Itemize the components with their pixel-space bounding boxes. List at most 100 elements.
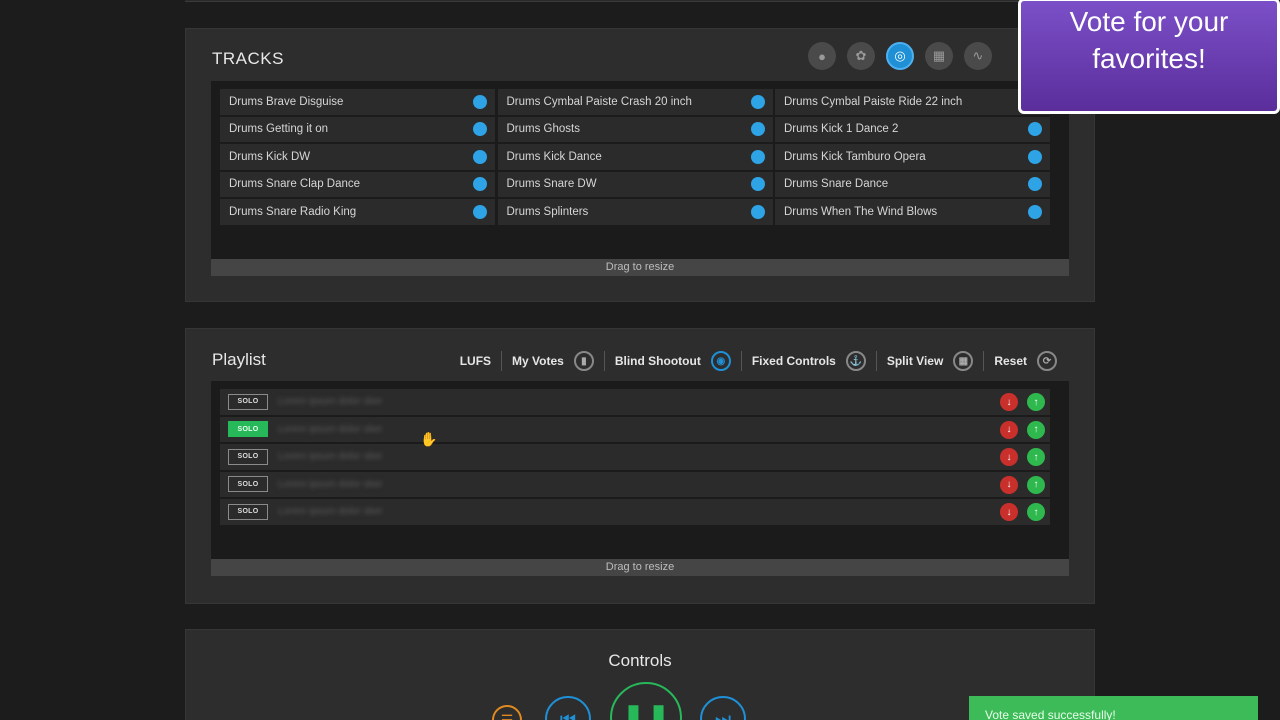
blurred-track-name: Lorem ipsum dolor sker (278, 478, 383, 490)
vote-saved-toast: Vote saved successfully! (969, 696, 1258, 720)
my-votes-label: My Votes (512, 354, 564, 368)
track-toggle-dot[interactable] (1028, 204, 1042, 219)
blind-shootout-button[interactable]: Blind Shootout ◉ (603, 351, 741, 371)
playlist-area: SOLO Lorem ipsum dolor sker ↓ ↑ SOLO Lorem ip… (211, 381, 1069, 559)
solo-button[interactable]: SOLO (228, 476, 268, 493)
previous-track-icon[interactable]: ⏮ (545, 696, 591, 720)
bug-icon[interactable]: ✿ (847, 42, 875, 70)
blurred-track-name: Lorem ipsum dolor sker (278, 423, 383, 435)
reset-icon: ⟳ (1037, 351, 1057, 371)
tracks-title: TRACKS (212, 49, 284, 68)
track-name: Drums Kick DW (229, 150, 311, 163)
vote-buttons: ↓ ↑ (1000, 393, 1045, 411)
solo-button[interactable]: SOLO (228, 503, 268, 520)
track-toggle-dot[interactable] (750, 94, 765, 109)
track-item[interactable]: Drums Ghosts (497, 116, 773, 142)
track-list-area: Drums Brave Disguise Drums Cymbal Paiste … (211, 81, 1069, 259)
track-item[interactable]: Drums Cymbal Paiste Ride 22 inch (775, 89, 1050, 115)
track-toggle-dot[interactable] (750, 149, 765, 164)
blurred-track-name: Lorem ipsum dolor sker (278, 396, 383, 408)
vote-buttons: ↓ ↑ (1000, 503, 1045, 521)
playlist-row[interactable]: SOLO Lorem ipsum dolor sker ↓ ↑ (220, 499, 1050, 525)
track-item[interactable]: Drums When The Wind Blows (775, 199, 1050, 225)
track-toggle-dot[interactable] (473, 177, 487, 192)
track-name: Drums When The Wind Blows (784, 205, 938, 218)
microphone-icon[interactable]: ● (808, 42, 836, 70)
track-toggle-dot[interactable] (750, 204, 765, 219)
blind-shootout-label: Blind Shootout (614, 354, 701, 368)
track-item[interactable]: Drums Snare DW (497, 171, 773, 197)
track-name: Drums Kick Tamburo Opera (784, 150, 926, 163)
track-item[interactable]: Drums Kick DW (220, 144, 495, 170)
track-name: Drums Snare Radio King (229, 205, 357, 218)
playlist-resize-handle[interactable]: Drag to resize (211, 559, 1069, 576)
thumbs-up-icon[interactable]: ↑ (1027, 393, 1045, 411)
track-name: Drums Snare Dance (784, 178, 889, 191)
track-name: Drums Kick 1 Dance 2 (784, 123, 899, 136)
solo-button[interactable]: SOLO (228, 421, 268, 438)
blurred-track-name: Lorem ipsum dolor sker (278, 506, 383, 518)
lufs-label: LUFS (459, 354, 492, 368)
track-toggle-dot[interactable] (1028, 122, 1042, 137)
playlist-row[interactable]: SOLO Lorem ipsum dolor sker ↓ ↑ (220, 471, 1050, 497)
thumbs-up-icon[interactable]: ↑ (1027, 448, 1045, 466)
solo-button[interactable]: SOLO (228, 393, 268, 410)
track-toggle-dot[interactable] (473, 149, 487, 164)
next-track-icon[interactable]: ⏭ (700, 696, 746, 720)
split-view-button[interactable]: Split View ▦ (875, 351, 983, 371)
controls-panel: Controls ☰ ⏮ ❚❚ ⏭ (185, 629, 1095, 720)
playlist-title: Playlist (212, 350, 266, 369)
track-name: Drums Cymbal Paiste Ride 22 inch (784, 95, 963, 108)
piano-icon[interactable]: ▦ (925, 42, 953, 70)
track-toggle-dot[interactable] (1028, 177, 1042, 192)
track-name: Drums Snare Clap Dance (229, 178, 361, 191)
track-item[interactable]: Drums Splinters (497, 199, 773, 225)
thumbs-up-icon[interactable]: ↑ (1027, 475, 1045, 494)
track-toggle-dot[interactable] (1028, 149, 1042, 164)
track-toggle-dot[interactable] (750, 122, 765, 137)
my-votes-button[interactable]: My Votes ▮ (501, 351, 604, 371)
thumbs-down-icon[interactable]: ↓ (1000, 393, 1018, 411)
track-item[interactable]: Drums Getting it on (220, 116, 495, 142)
playlist-row[interactable]: SOLO Lorem ipsum dolor sker ↓ ↑ (220, 444, 1050, 470)
track-toggle-dot[interactable] (473, 94, 487, 109)
thumbs-up-icon[interactable]: ↑ (1027, 420, 1045, 439)
hand-cursor-icon: ✋ (420, 431, 438, 447)
track-item[interactable]: Drums Brave Disguise (220, 89, 495, 115)
split-view-label: Split View (886, 354, 944, 368)
thumbs-up-icon[interactable]: ↑ (1027, 503, 1045, 521)
track-item[interactable]: Drums Kick Tamburo Opera (775, 144, 1050, 170)
list-icon[interactable]: ☰ (492, 705, 522, 720)
tracks-resize-handle[interactable]: Drag to resize (211, 259, 1069, 276)
track-toggle-dot[interactable] (473, 204, 487, 219)
track-toggle-dot[interactable] (750, 177, 765, 192)
track-toggle-dot[interactable] (473, 122, 487, 137)
playlist-panel: Playlist LUFS My Votes ▮ Blind Shootout ◉ … (185, 328, 1095, 604)
track-item[interactable]: Drums Cymbal Paiste Crash 20 inch (497, 89, 773, 115)
playlist-row[interactable]: SOLO Lorem ipsum dolor sker ↓ ↑ (220, 389, 1050, 415)
reset-label: Reset (994, 354, 1027, 368)
track-item[interactable]: Drums Snare Radio King (220, 199, 495, 225)
fixed-controls-button[interactable]: Fixed Controls ⚓ (740, 351, 876, 371)
track-grid: Drums Brave Disguise Drums Cymbal Paiste … (220, 89, 1050, 225)
thumbs-down-icon[interactable]: ↓ (1000, 475, 1018, 494)
solo-button[interactable]: SOLO (228, 448, 268, 465)
previous-panel-edge (185, 0, 1095, 2)
drum-icon[interactable]: ◎ (886, 42, 914, 70)
reset-button[interactable]: Reset ⟳ (983, 351, 1067, 371)
thumbs-down-icon[interactable]: ↓ (1000, 448, 1018, 466)
pause-icon[interactable]: ❚❚ (610, 682, 682, 720)
track-item[interactable]: Drums Kick Dance (497, 144, 773, 170)
vote-banner-line1: Vote for your (1069, 6, 1229, 37)
playlist-row[interactable]: SOLO Lorem ipsum dolor sker ↓ ↑ (220, 416, 1050, 442)
thumbs-down-icon[interactable]: ↓ (1000, 420, 1018, 439)
thumbs-down-icon[interactable]: ↓ (1000, 503, 1018, 521)
track-item[interactable]: Drums Kick 1 Dance 2 (775, 116, 1050, 142)
track-name: Drums Getting it on (229, 123, 329, 136)
grid-icon: ▦ (953, 351, 974, 371)
track-item[interactable]: Drums Snare Clap Dance (220, 171, 495, 197)
track-item[interactable]: Drums Snare Dance (775, 171, 1050, 197)
waveform-icon[interactable]: ∿ (964, 42, 992, 70)
lufs-button[interactable]: LUFS (450, 354, 501, 368)
track-name: Drums Kick Dance (506, 150, 602, 163)
